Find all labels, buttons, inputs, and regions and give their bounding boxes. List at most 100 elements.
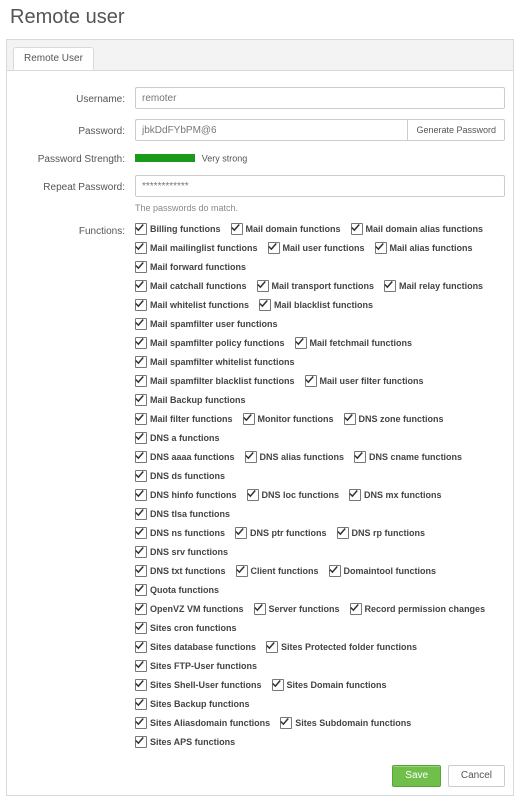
check-icon[interactable] bbox=[135, 565, 147, 577]
check-icon[interactable] bbox=[344, 413, 356, 425]
tab-remote-user[interactable]: Remote User bbox=[13, 47, 94, 70]
function-item[interactable]: Mail transport functions bbox=[257, 280, 375, 292]
check-icon[interactable] bbox=[135, 394, 147, 406]
check-icon[interactable] bbox=[135, 679, 147, 691]
function-item[interactable]: Sites Domain functions bbox=[272, 679, 387, 691]
function-item[interactable]: Mail domain alias functions bbox=[351, 223, 484, 235]
check-icon[interactable] bbox=[259, 299, 271, 311]
check-icon[interactable] bbox=[272, 679, 284, 691]
function-item[interactable]: Sites Protected folder functions bbox=[266, 641, 417, 653]
function-item[interactable]: OpenVZ VM functions bbox=[135, 603, 244, 615]
function-item[interactable]: DNS rp functions bbox=[337, 527, 426, 539]
function-item[interactable]: Sites database functions bbox=[135, 641, 256, 653]
check-icon[interactable] bbox=[135, 546, 147, 558]
check-icon[interactable] bbox=[135, 375, 147, 387]
check-icon[interactable] bbox=[231, 223, 243, 235]
function-item[interactable]: Mail Backup functions bbox=[135, 394, 246, 406]
check-icon[interactable] bbox=[329, 565, 341, 577]
function-item[interactable]: DNS srv functions bbox=[135, 546, 228, 558]
function-item[interactable]: DNS ds functions bbox=[135, 470, 225, 482]
function-item[interactable]: Sites Backup functions bbox=[135, 698, 250, 710]
function-item[interactable]: Mail user filter functions bbox=[305, 375, 424, 387]
check-icon[interactable] bbox=[135, 280, 147, 292]
check-icon[interactable] bbox=[305, 375, 317, 387]
check-icon[interactable] bbox=[247, 489, 259, 501]
function-item[interactable]: Domaintool functions bbox=[329, 565, 437, 577]
function-item[interactable]: Sites Shell-User functions bbox=[135, 679, 262, 691]
check-icon[interactable] bbox=[243, 413, 255, 425]
check-icon[interactable] bbox=[135, 413, 147, 425]
check-icon[interactable] bbox=[135, 603, 147, 615]
check-icon[interactable] bbox=[354, 451, 366, 463]
check-icon[interactable] bbox=[245, 451, 257, 463]
repeat-password-input[interactable] bbox=[135, 175, 505, 197]
function-item[interactable]: Mail spamfilter blacklist functions bbox=[135, 375, 295, 387]
function-item[interactable]: DNS aaaa functions bbox=[135, 451, 235, 463]
check-icon[interactable] bbox=[280, 717, 292, 729]
password-input[interactable] bbox=[135, 119, 407, 141]
check-icon[interactable] bbox=[135, 489, 147, 501]
function-item[interactable]: DNS a functions bbox=[135, 432, 220, 444]
function-item[interactable]: Mail whitelist functions bbox=[135, 299, 249, 311]
check-icon[interactable] bbox=[135, 451, 147, 463]
check-icon[interactable] bbox=[375, 242, 387, 254]
check-icon[interactable] bbox=[135, 622, 147, 634]
function-item[interactable]: DNS tlsa functions bbox=[135, 508, 230, 520]
function-item[interactable]: Quota functions bbox=[135, 584, 219, 596]
check-icon[interactable] bbox=[295, 337, 307, 349]
check-icon[interactable] bbox=[135, 717, 147, 729]
function-item[interactable]: Mail mailinglist functions bbox=[135, 242, 258, 254]
function-item[interactable]: Mail blacklist functions bbox=[259, 299, 373, 311]
cancel-button[interactable]: Cancel bbox=[448, 765, 505, 787]
check-icon[interactable] bbox=[135, 641, 147, 653]
check-icon[interactable] bbox=[135, 432, 147, 444]
function-item[interactable]: DNS ns functions bbox=[135, 527, 225, 539]
check-icon[interactable] bbox=[135, 318, 147, 330]
function-item[interactable]: Mail fetchmail functions bbox=[295, 337, 413, 349]
check-icon[interactable] bbox=[254, 603, 266, 615]
check-icon[interactable] bbox=[257, 280, 269, 292]
function-item[interactable]: DNS loc functions bbox=[247, 489, 340, 501]
function-item[interactable]: Mail spamfilter policy functions bbox=[135, 337, 285, 349]
function-item[interactable]: Mail spamfilter whitelist functions bbox=[135, 356, 295, 368]
function-item[interactable]: Mail domain functions bbox=[231, 223, 341, 235]
function-item[interactable]: Billing functions bbox=[135, 223, 221, 235]
function-item[interactable]: Mail relay functions bbox=[384, 280, 483, 292]
function-item[interactable]: Sites Aliasdomain functions bbox=[135, 717, 270, 729]
check-icon[interactable] bbox=[135, 261, 147, 273]
function-item[interactable]: Client functions bbox=[236, 565, 319, 577]
check-icon[interactable] bbox=[337, 527, 349, 539]
function-item[interactable]: DNS ptr functions bbox=[235, 527, 327, 539]
function-item[interactable]: Sites Subdomain functions bbox=[280, 717, 411, 729]
function-item[interactable]: DNS alias functions bbox=[245, 451, 345, 463]
check-icon[interactable] bbox=[135, 242, 147, 254]
username-input[interactable] bbox=[135, 87, 505, 109]
check-icon[interactable] bbox=[266, 641, 278, 653]
check-icon[interactable] bbox=[351, 223, 363, 235]
check-icon[interactable] bbox=[135, 337, 147, 349]
check-icon[interactable] bbox=[135, 223, 147, 235]
function-item[interactable]: DNS mx functions bbox=[349, 489, 442, 501]
function-item[interactable]: DNS hinfo functions bbox=[135, 489, 237, 501]
check-icon[interactable] bbox=[350, 603, 362, 615]
function-item[interactable]: Sites APS functions bbox=[135, 736, 235, 748]
function-item[interactable]: Mail filter functions bbox=[135, 413, 233, 425]
check-icon[interactable] bbox=[135, 584, 147, 596]
function-item[interactable]: Monitor functions bbox=[243, 413, 334, 425]
generate-password-button[interactable]: Generate Password bbox=[407, 119, 505, 141]
check-icon[interactable] bbox=[135, 527, 147, 539]
function-item[interactable]: DNS cname functions bbox=[354, 451, 462, 463]
function-item[interactable]: DNS txt functions bbox=[135, 565, 226, 577]
check-icon[interactable] bbox=[268, 242, 280, 254]
check-icon[interactable] bbox=[235, 527, 247, 539]
function-item[interactable]: Record permission changes bbox=[350, 603, 486, 615]
function-item[interactable]: Mail forward functions bbox=[135, 261, 246, 273]
check-icon[interactable] bbox=[135, 508, 147, 520]
check-icon[interactable] bbox=[135, 736, 147, 748]
check-icon[interactable] bbox=[236, 565, 248, 577]
check-icon[interactable] bbox=[135, 470, 147, 482]
check-icon[interactable] bbox=[135, 299, 147, 311]
function-item[interactable]: Mail catchall functions bbox=[135, 280, 247, 292]
check-icon[interactable] bbox=[384, 280, 396, 292]
save-button[interactable]: Save bbox=[392, 765, 441, 787]
